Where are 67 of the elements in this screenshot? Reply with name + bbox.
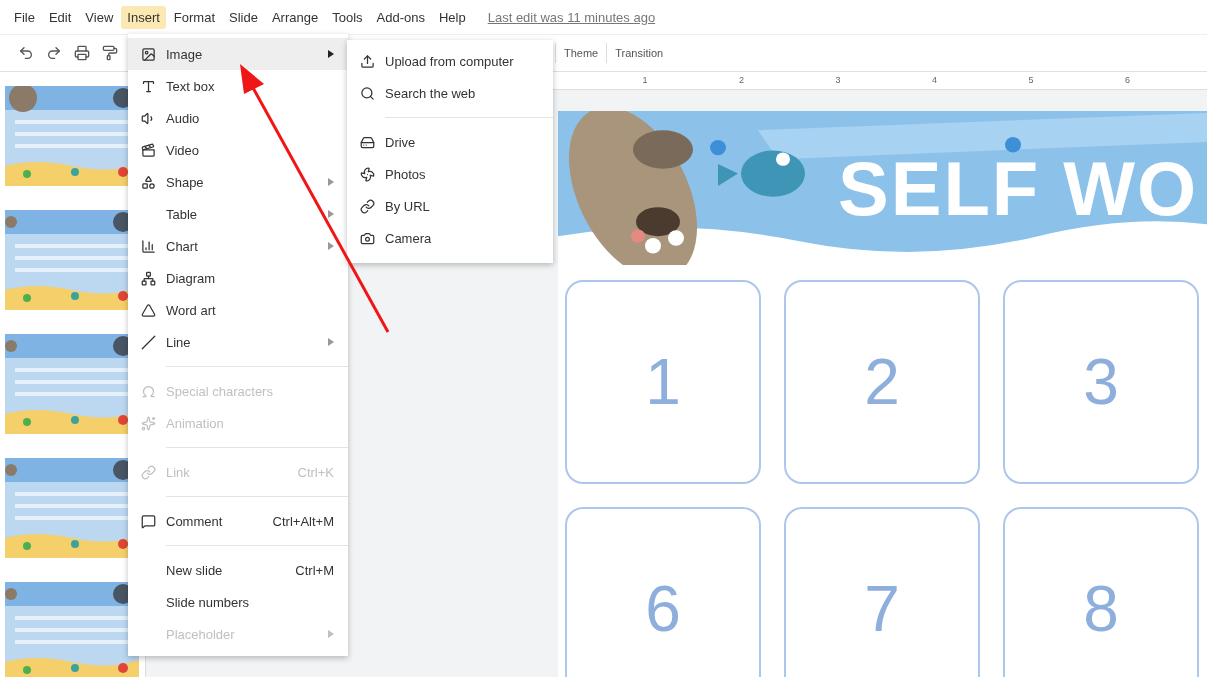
- menu-bar-item[interactable]: Edit: [42, 5, 78, 29]
- number-card: 6: [565, 507, 761, 677]
- menu-item[interactable]: Line: [128, 326, 348, 358]
- search-icon: [359, 85, 375, 101]
- menu-item[interactable]: Photos: [347, 158, 553, 190]
- menu-item[interactable]: Video: [128, 134, 348, 166]
- image-icon: [140, 46, 156, 62]
- link-icon: [140, 464, 156, 480]
- menu-item[interactable]: Drive: [347, 126, 553, 158]
- menu-item[interactable]: Shape: [128, 166, 348, 198]
- menu-bar-item[interactable]: Tools: [326, 5, 369, 29]
- toolbar-button[interactable]: Transition: [606, 43, 672, 63]
- bar-chart-icon: [140, 238, 156, 254]
- ruler-number: 3: [834, 74, 842, 87]
- menu-bar-item[interactable]: Arrange: [265, 5, 325, 29]
- menu-item[interactable]: Slide numbers: [128, 586, 348, 618]
- ruler-number: 4: [931, 74, 938, 87]
- menu-item[interactable]: By URL: [347, 190, 553, 222]
- menu-item[interactable]: Search the web: [347, 77, 553, 109]
- menu-item[interactable]: Comment Ctrl+Alt+M: [128, 505, 348, 537]
- clapperboard-icon: [140, 142, 156, 158]
- menu-item[interactable]: New slide Ctrl+M: [128, 554, 348, 586]
- ruler-number: 2: [738, 74, 745, 87]
- link-icon: [359, 198, 375, 214]
- menu-bar-item[interactable]: Add-ons: [370, 5, 431, 29]
- upload-icon: [359, 53, 375, 69]
- menu-bar-item[interactable]: Insert: [121, 5, 166, 29]
- hard-drive-icon: [359, 134, 375, 150]
- paint-roller-icon[interactable]: [102, 45, 118, 61]
- omega-icon: [140, 383, 156, 399]
- menu-item[interactable]: Audio: [128, 102, 348, 134]
- line-icon: [140, 334, 156, 350]
- menu-item[interactable]: Word art: [128, 294, 348, 326]
- ruler-number: 6: [1124, 74, 1131, 87]
- menu-bar-item[interactable]: Slide: [223, 5, 264, 29]
- number-card: 3: [1003, 280, 1199, 484]
- menu-bar-item[interactable]: View: [79, 5, 120, 29]
- text-icon: [140, 78, 156, 94]
- menu-item[interactable]: Text box: [128, 70, 348, 102]
- toolbar-button[interactable]: Theme: [555, 43, 607, 63]
- fan-icon: [359, 166, 375, 182]
- number-card: 2: [784, 280, 980, 484]
- menu-item[interactable]: Upload from computer: [347, 45, 553, 77]
- number-card: 7: [784, 507, 980, 677]
- menu-item[interactable]: Diagram: [128, 262, 348, 294]
- menu-bar-item[interactable]: File: [8, 5, 41, 29]
- sparkles-icon: [140, 415, 156, 431]
- menu-item[interactable]: Camera: [347, 222, 553, 254]
- camera-icon: [359, 230, 375, 246]
- menu-item[interactable]: Table: [128, 198, 348, 230]
- slide-title: SELF WO: [838, 144, 1199, 232]
- menu-item[interactable]: Chart: [128, 230, 348, 262]
- comment-icon: [140, 513, 156, 529]
- menu-item[interactable]: Image: [128, 38, 348, 70]
- ruler-number: 5: [1027, 74, 1035, 87]
- number-card: 8: [1003, 507, 1199, 677]
- shapes-icon: [140, 174, 156, 190]
- ruler-number: 1: [641, 74, 649, 87]
- redo-icon[interactable]: [46, 45, 62, 61]
- undo-icon[interactable]: [18, 45, 34, 61]
- menu-bar-item[interactable]: Format: [167, 5, 221, 29]
- network-icon: [140, 270, 156, 286]
- print-icon[interactable]: [74, 45, 90, 61]
- menu-bar-item[interactable]: Help: [432, 5, 472, 29]
- last-edit-link[interactable]: Last edit was 11 minutes ago: [487, 9, 656, 25]
- triangle-icon: [140, 302, 156, 318]
- number-card: 1: [565, 280, 761, 484]
